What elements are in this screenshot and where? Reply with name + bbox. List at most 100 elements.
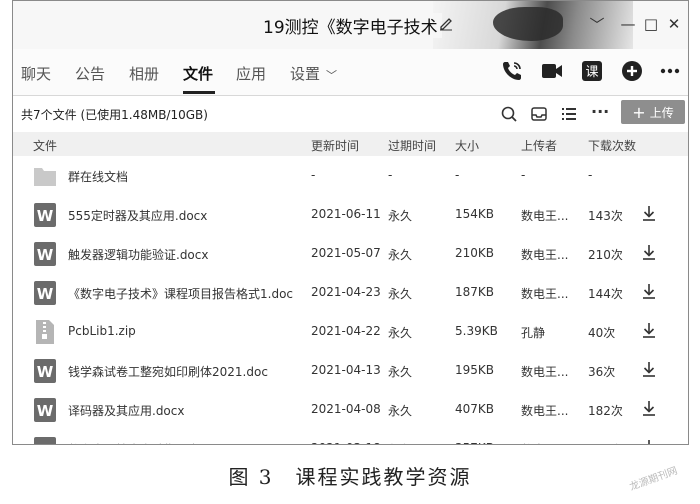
word-file-icon: W (34, 398, 56, 422)
file-downloads: 271次 (588, 441, 623, 444)
word-icon-letter: W (37, 441, 54, 445)
storage-summary: 共7个文件 (已使用1.48MB/10GB) (21, 108, 208, 122)
file-updated: 2021-04-23 (311, 285, 381, 299)
tab-files[interactable]: 文件 (183, 63, 213, 84)
file-uploader: 数电王... (521, 287, 569, 301)
file-name: PcbLib1.zip (68, 324, 136, 338)
file-updated: 2021-03-18 (311, 441, 381, 444)
list-view-icon[interactable] (560, 105, 578, 123)
word-file-icon: W (34, 203, 56, 227)
course-icon[interactable]: 课 (580, 59, 604, 83)
file-size: 357KB (455, 441, 494, 444)
download-icon[interactable] (641, 321, 657, 339)
file-name: 《数字电子技术》课程项目报告格式1.doc (68, 287, 294, 301)
upload-button-label: 上传 (649, 105, 674, 120)
file-downloads: 143次 (588, 209, 623, 223)
file-expire: 永久 (388, 441, 412, 444)
file-name: 数字电子技术实验指导书.docx (68, 441, 232, 444)
file-expire: 永久 (388, 248, 413, 262)
file-size: 5.39KB (455, 324, 498, 338)
active-tab-indicator (183, 91, 215, 94)
tab-settings[interactable]: 设置 ﹀ (290, 63, 337, 84)
title-bar: 19测控《数字电子技术 ﹀ — □ ✕ (13, 1, 688, 49)
chevron-down-icon: ﹀ (326, 69, 338, 82)
file-row[interactable]: W 《数字电子技术》课程项目报告格式1.doc 2021-04-23 永久 187KB 数… (13, 273, 688, 312)
file-row[interactable]: W 数字电子技术实验指导书.docx 2021-03-18 永久 357KB 数电王...… (13, 429, 688, 445)
word-icon-letter: W (37, 363, 54, 381)
folder-row[interactable]: 群在线文档 - - - - - (13, 156, 688, 195)
file-table-header: 文件 更新时间 过期时间 大小 上传者 下载次数 (13, 132, 688, 156)
file-size: 154KB (455, 207, 495, 221)
window-title: 19测控《数字电子技术 (263, 13, 442, 38)
search-icon[interactable] (500, 105, 518, 123)
column-uploader[interactable]: 上传者 (521, 137, 557, 154)
tab-notice[interactable]: 公告 (75, 63, 105, 84)
file-expire: 永久 (388, 209, 413, 223)
file-name: 555定时器及其应用.docx (68, 209, 208, 223)
file-downloads: 144次 (588, 287, 623, 301)
file-uploader: 孔静 (521, 326, 546, 340)
file-expire: 永久 (388, 404, 413, 418)
file-uploader: 数电王... (521, 365, 569, 379)
download-icon[interactable] (641, 399, 657, 417)
file-name: 触发器逻辑功能验证.docx (68, 248, 209, 262)
more-options-icon[interactable]: ··· (591, 102, 609, 121)
more-icon[interactable] (658, 59, 682, 83)
minimize-icon[interactable]: — (617, 13, 639, 35)
close-icon[interactable]: ✕ (663, 13, 685, 35)
word-file-icon: W (34, 359, 56, 383)
tab-apps[interactable]: 应用 (236, 63, 266, 84)
file-row[interactable]: W 触发器逻辑功能验证.docx 2021-05-07 永久 210KB 数电王... 21… (13, 234, 688, 273)
tab-chat[interactable]: 聊天 (21, 63, 51, 84)
file-row[interactable]: W 555定时器及其应用.docx 2021-06-11 永久 154KB 数电王... 1… (13, 195, 688, 234)
file-size: 187KB (455, 285, 495, 299)
word-file-icon: W (34, 281, 56, 305)
download-icon[interactable] (641, 243, 657, 261)
edit-title-icon[interactable] (438, 15, 454, 31)
file-downloads: 40次 (588, 326, 616, 340)
download-icon[interactable] (641, 360, 657, 378)
column-expire[interactable]: 过期时间 (388, 137, 436, 154)
file-expire: 永久 (388, 287, 413, 301)
upload-button[interactable]: + 上传 (621, 100, 685, 124)
course-icon-label: 课 (585, 65, 598, 80)
file-uploader: - (521, 168, 526, 182)
word-file-icon: W (34, 437, 56, 445)
download-icon[interactable] (641, 282, 657, 300)
file-status-bar: 共7个文件 (已使用1.48MB/10GB) ··· + 上传 (13, 96, 688, 132)
file-uploader: 数电王... (521, 404, 569, 418)
file-expire: 永久 (388, 365, 413, 379)
figure-caption: 图 3 课程实践教学资源 (228, 465, 472, 489)
file-updated: 2021-04-08 (311, 402, 381, 416)
file-uploader: 数电王... (521, 209, 569, 223)
file-expire: - (388, 168, 393, 182)
folder-icon (34, 168, 56, 186)
column-file[interactable]: 文件 (33, 137, 57, 154)
file-row[interactable]: W 钱学森试卷工整宛如印刷体2021.doc 2021-04-13 永久 195KB 数电… (13, 351, 688, 390)
word-icon-letter: W (37, 402, 54, 420)
file-uploader: 数电王... (521, 441, 568, 444)
add-icon[interactable] (620, 59, 644, 83)
file-row[interactable]: W 译码器及其应用.docx 2021-04-08 永久 407KB 数电王... 182次 (13, 390, 688, 429)
tab-album[interactable]: 相册 (129, 63, 159, 84)
file-updated: 2021-05-07 (311, 246, 381, 260)
file-updated: 2021-04-13 (311, 363, 381, 377)
file-updated: - (311, 168, 316, 182)
file-downloads: 182次 (588, 404, 623, 418)
column-updated[interactable]: 更新时间 (311, 137, 359, 154)
download-icon[interactable] (641, 438, 657, 445)
column-size[interactable]: 大小 (455, 137, 479, 154)
inbox-icon[interactable] (530, 105, 548, 123)
download-icon[interactable] (641, 204, 657, 222)
file-name: 译码器及其应用.docx (68, 404, 185, 418)
collapse-icon[interactable]: ﹀ (586, 13, 608, 35)
file-downloads: 36次 (588, 365, 616, 379)
word-icon-letter: W (37, 285, 54, 303)
maximize-icon[interactable]: □ (640, 13, 662, 35)
phone-icon[interactable] (500, 59, 524, 83)
column-downloads[interactable]: 下载次数 (588, 137, 636, 154)
file-downloads: 210次 (588, 248, 623, 262)
file-row[interactable]: PcbLib1.zip 2021-04-22 永久 5.39KB 孔静 40次 (13, 312, 688, 351)
video-call-icon[interactable] (540, 59, 564, 83)
file-size: 195KB (455, 363, 495, 377)
